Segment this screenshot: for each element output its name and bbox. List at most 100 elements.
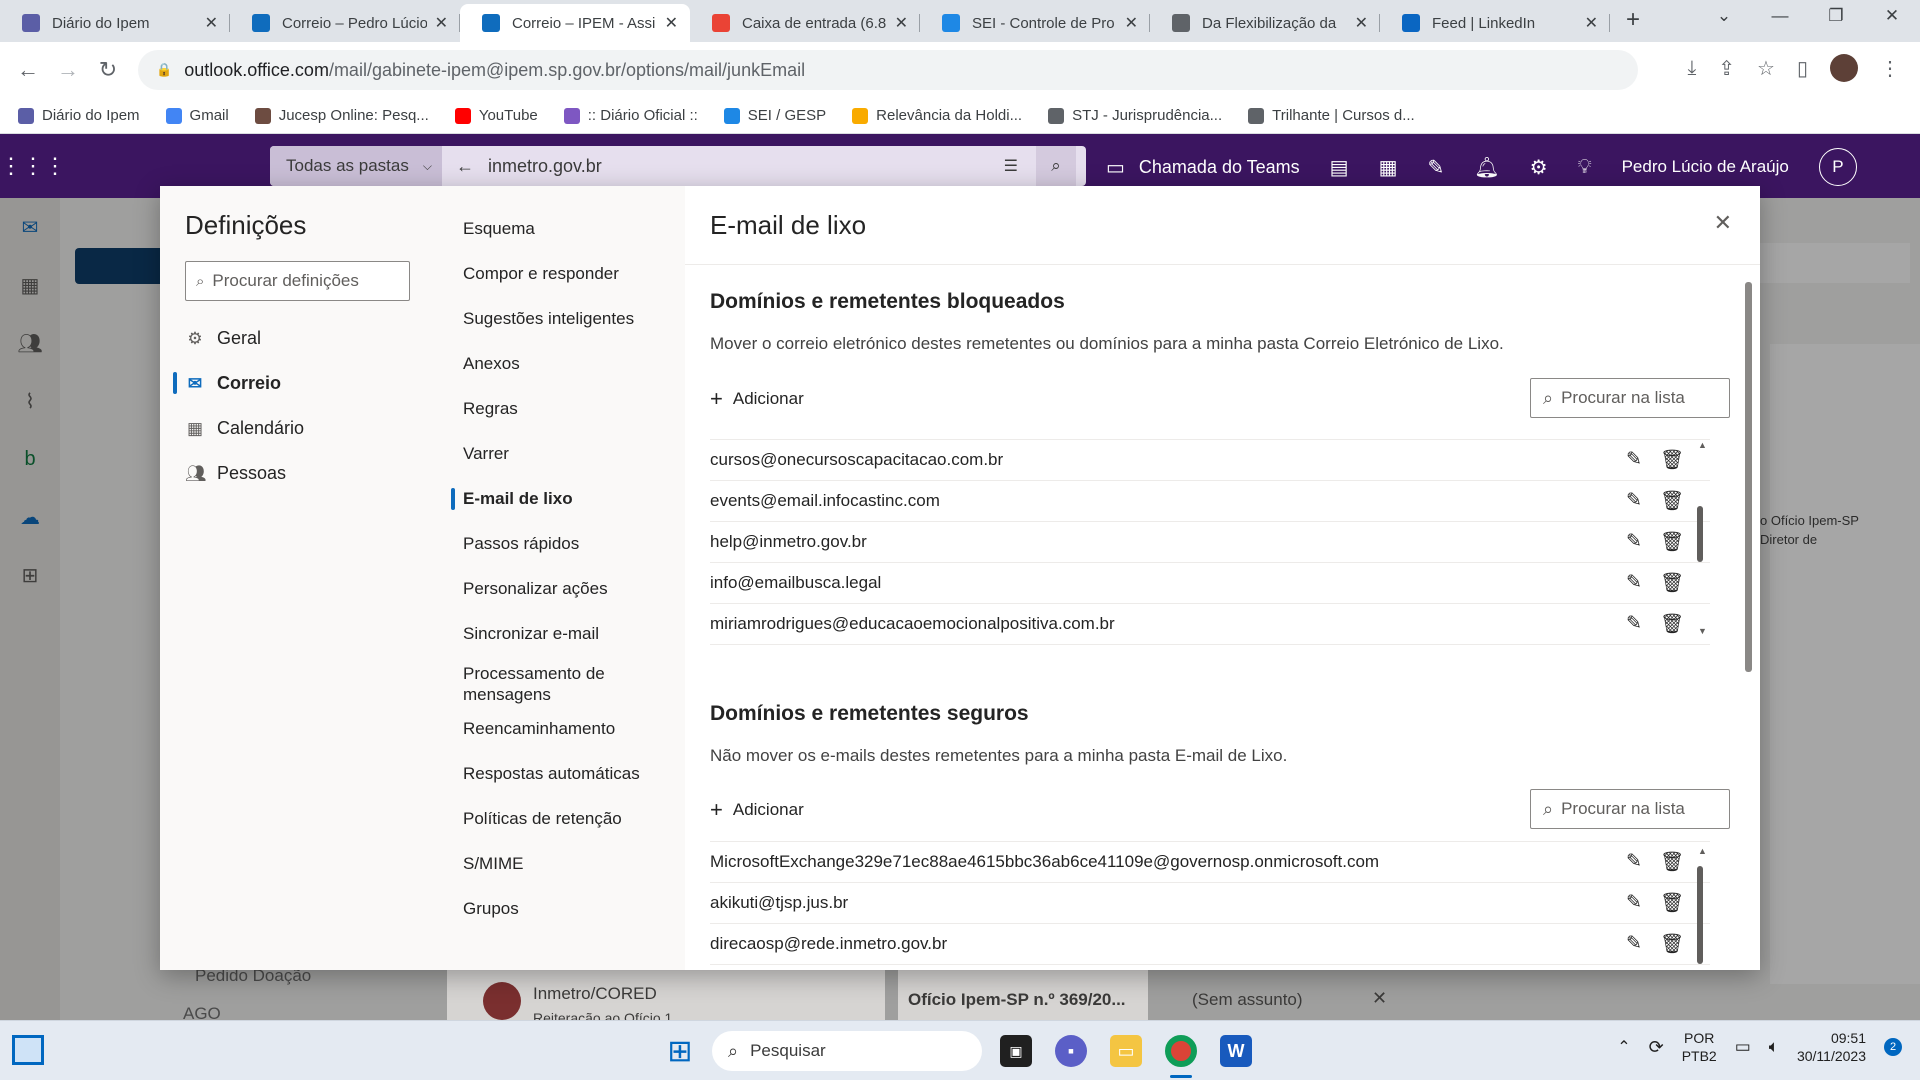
- add-blocked-button[interactable]: + Adicionar: [710, 386, 804, 412]
- close-tab-icon[interactable]: ✕: [1585, 13, 1598, 33]
- filter-icon[interactable]: ☰: [1004, 156, 1018, 176]
- subcategory-item[interactable]: Anexos: [463, 353, 653, 374]
- message-list-item[interactable]: Inmetro/CORED Reiteração ao Ofício 1: [447, 970, 885, 1026]
- user-name[interactable]: Pedro Lúcio de Araújo: [1622, 157, 1789, 177]
- teams-call-button[interactable]: ▭ Chamada do Teams: [1106, 155, 1300, 180]
- chevron-up-icon[interactable]: ⌃: [1617, 1037, 1630, 1057]
- word-icon[interactable]: ▦: [1379, 155, 1398, 180]
- bookmark-item[interactable]: Jucesp Online: Pesq...: [254, 107, 429, 124]
- gear-icon[interactable]: ⚙: [1530, 155, 1548, 180]
- input-language[interactable]: POR PTB2: [1682, 1029, 1717, 1065]
- close-tab-icon[interactable]: ✕: [895, 13, 908, 33]
- task-view-icon[interactable]: ▣: [1000, 1035, 1032, 1067]
- subcategory-item[interactable]: E-mail de lixo: [463, 488, 653, 509]
- menu-dots-icon[interactable]: ⋮: [1880, 56, 1900, 81]
- tab-search-icon[interactable]: ⌄: [1696, 6, 1752, 26]
- delete-icon[interactable]: 🗑︎: [1660, 489, 1684, 513]
- add-safe-button[interactable]: + Adicionar: [710, 797, 804, 823]
- teams-chat-icon[interactable]: ▪: [1055, 1035, 1087, 1067]
- close-tab-icon[interactable]: ✕: [1355, 13, 1368, 33]
- browser-tab[interactable]: Caixa de entrada (6.8 ✕: [690, 4, 920, 42]
- edit-icon[interactable]: ✎: [1626, 891, 1642, 915]
- edit-icon[interactable]: ✎: [1626, 850, 1642, 874]
- delete-icon[interactable]: 🗑︎: [1660, 932, 1684, 956]
- safe-list-search[interactable]: ⌕ Procurar na lista: [1530, 789, 1730, 829]
- chrome-icon[interactable]: [1165, 1035, 1197, 1067]
- reload-icon[interactable]: ↻: [88, 57, 128, 83]
- delete-icon[interactable]: 🗑︎: [1660, 571, 1684, 595]
- close-tab-icon[interactable]: ✕: [205, 13, 218, 33]
- share-icon[interactable]: ⇪: [1718, 56, 1735, 81]
- delete-icon[interactable]: 🗑︎: [1660, 891, 1684, 915]
- notes-icon[interactable]: ✎: [1427, 155, 1444, 180]
- subcategory-item[interactable]: Políticas de retenção: [463, 808, 653, 829]
- bookmark-item[interactable]: Diário do Ipem: [18, 107, 140, 124]
- bookmark-star-icon[interactable]: ☆: [1757, 56, 1775, 81]
- bookmark-item[interactable]: STJ - Jurisprudência...: [1048, 107, 1222, 124]
- delete-icon[interactable]: 🗑︎: [1660, 850, 1684, 874]
- bookmark-item[interactable]: SEI / GESP: [723, 107, 826, 124]
- bookmark-item[interactable]: Gmail: [165, 107, 229, 124]
- scroll-up-arrow-icon[interactable]: ▲: [1698, 846, 1707, 856]
- profile-avatar[interactable]: [1830, 54, 1858, 82]
- search-icon[interactable]: ⌕: [1036, 146, 1076, 186]
- browser-tab[interactable]: Da Flexibilização da ✕: [1150, 4, 1380, 42]
- edit-icon[interactable]: ✎: [1626, 932, 1642, 956]
- settings-pane-scrollbar[interactable]: [1745, 282, 1752, 672]
- blocked-list-search[interactable]: ⌕ Procurar na lista: [1530, 378, 1730, 418]
- search-scope-dropdown[interactable]: Todas as pastas ⌵: [270, 146, 442, 186]
- subcategory-item[interactable]: Respostas automáticas: [463, 763, 653, 784]
- subcategory-item[interactable]: Compor e responder: [463, 263, 653, 284]
- back-arrow-icon[interactable]: ←: [456, 156, 474, 177]
- back-icon[interactable]: ←: [8, 57, 48, 83]
- safe-list-scrollbar[interactable]: [1697, 866, 1703, 964]
- settings-search-input[interactable]: ⌕ Procurar definições: [185, 261, 410, 301]
- clock[interactable]: 09:51 30/11/2023: [1797, 1029, 1866, 1065]
- bookmark-item[interactable]: YouTube: [454, 107, 538, 124]
- monitor-icon[interactable]: ▭: [1735, 1037, 1751, 1057]
- subcategory-item[interactable]: Regras: [463, 398, 653, 419]
- subcategory-item[interactable]: Reencaminhamento: [463, 718, 653, 739]
- sync-icon[interactable]: ⟳: [1649, 1037, 1664, 1058]
- bookmark-item[interactable]: Trilhante | Cursos d...: [1248, 107, 1415, 124]
- subcategory-item[interactable]: Passos rápidos: [463, 533, 653, 554]
- open-message-tab[interactable]: Ofício Ipem-SP n.º 369/20...: [898, 970, 1148, 1020]
- speaker-muted-icon[interactable]: 🔈︎: [1769, 1037, 1779, 1057]
- draft-tab[interactable]: (Sem assunto): [1192, 990, 1303, 1010]
- close-icon[interactable]: ✕: [1714, 210, 1732, 236]
- edit-icon[interactable]: ✎: [1626, 489, 1642, 513]
- widgets-icon[interactable]: [12, 1035, 44, 1065]
- bell-icon[interactable]: 🔔︎: [1474, 155, 1499, 180]
- browser-tab[interactable]: Correio – Pedro Lúcio ✕: [230, 4, 460, 42]
- word-icon[interactable]: W: [1220, 1035, 1252, 1067]
- category-calendario[interactable]: ▦ Calendário: [185, 418, 304, 439]
- browser-tab[interactable]: Correio – IPEM - Assi ✕: [460, 4, 690, 42]
- start-button[interactable]: ⊞: [664, 1035, 696, 1068]
- browser-tab[interactable]: SEI - Controle de Pro ✕: [920, 4, 1150, 42]
- close-window-button[interactable]: ✕: [1864, 6, 1920, 26]
- delete-icon[interactable]: 🗑︎: [1660, 612, 1684, 636]
- subcategory-item[interactable]: Sincronizar e-mail: [463, 623, 653, 644]
- forward-icon[interactable]: →: [48, 57, 88, 83]
- subcategory-item[interactable]: Grupos: [463, 898, 653, 919]
- search-input[interactable]: inmetro.gov.br: [474, 156, 1004, 177]
- browser-tab[interactable]: Diário do Ipem ✕: [0, 4, 230, 42]
- bookmark-item[interactable]: :: Diário Oficial ::: [563, 107, 698, 124]
- subcategory-item[interactable]: Esquema: [463, 218, 653, 239]
- file-explorer-icon[interactable]: ▭: [1110, 1035, 1142, 1067]
- scroll-down-arrow-icon[interactable]: ▼: [1698, 626, 1707, 636]
- close-tab-icon[interactable]: ✕: [435, 13, 448, 33]
- lightbulb-icon[interactable]: 💡︎: [1578, 156, 1592, 179]
- delete-icon[interactable]: 🗑︎: [1660, 530, 1684, 554]
- blocked-list-scrollbar[interactable]: [1697, 506, 1703, 562]
- install-app-icon[interactable]: ⤓: [1687, 57, 1696, 80]
- subcategory-item[interactable]: Personalizar ações: [463, 578, 653, 599]
- taskbar-search[interactable]: ⌕ Pesquisar: [712, 1031, 982, 1071]
- edit-icon[interactable]: ✎: [1626, 530, 1642, 554]
- edit-icon[interactable]: ✎: [1626, 571, 1642, 595]
- notification-badge[interactable]: 2: [1884, 1038, 1902, 1056]
- subcategory-item[interactable]: Sugestões inteligentes: [463, 308, 653, 329]
- delete-icon[interactable]: 🗑︎: [1660, 448, 1684, 472]
- category-geral[interactable]: ⚙ Geral: [185, 328, 261, 349]
- browser-tab[interactable]: Feed | LinkedIn ✕: [1380, 4, 1610, 42]
